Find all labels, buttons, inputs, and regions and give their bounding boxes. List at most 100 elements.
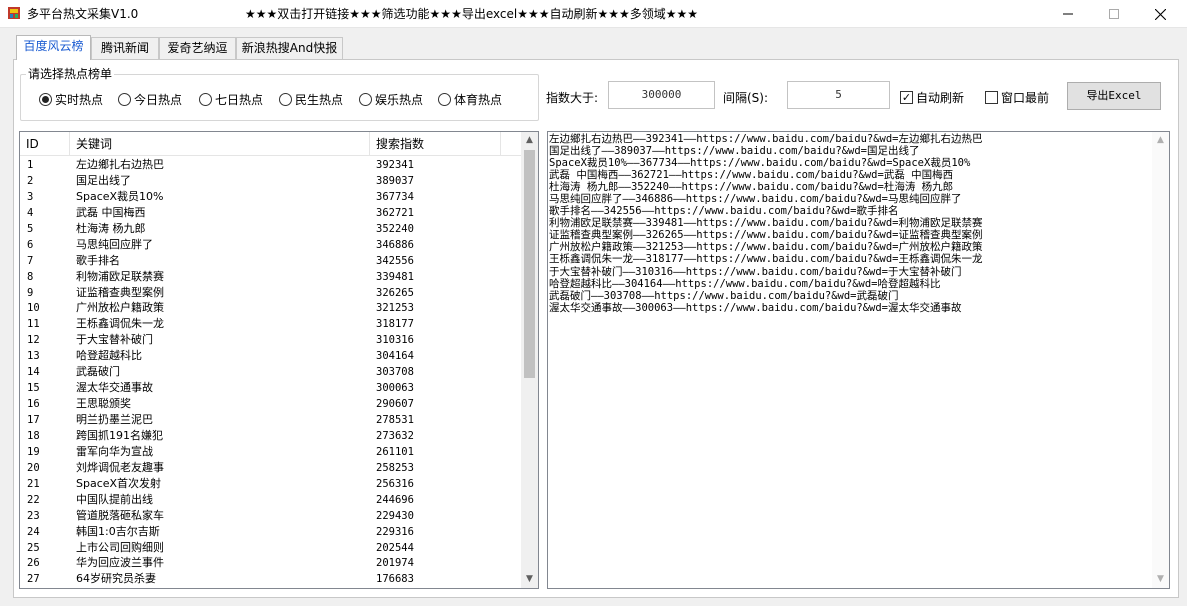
result-lines: 左边鄉扎右边热巴——392341——https://www.baidu.com/… xyxy=(549,133,1149,314)
table-body: 1 左边鄉扎右边热巴 392341 2 国足出线了 389037 3 SpaceX裁员10% 3… xyxy=(20,157,521,587)
radio-today[interactable]: 今日热点 xyxy=(118,91,182,107)
tab-tencent[interactable]: 腾讯新闻 xyxy=(91,37,159,59)
text-scrollbar[interactable]: ▲ ▼ xyxy=(1152,132,1169,588)
result-line: 国足出线了——389037——https://www.baidu.com/bai… xyxy=(549,145,920,158)
radio-off-icon xyxy=(199,92,212,106)
app-icon xyxy=(8,7,20,19)
table-row[interactable]: 6 马思纯回应胖了 346886 xyxy=(20,237,521,253)
close-button[interactable] xyxy=(1137,0,1183,28)
table-row[interactable]: 9 证监稽查典型案例 326265 xyxy=(20,285,521,301)
cell-id: 12 xyxy=(27,334,40,347)
result-line: 左边鄉扎右边热巴——392341——https://www.baidu.com/… xyxy=(549,133,983,145)
cell-index: 244696 xyxy=(376,493,414,506)
result-line: 渥太华交通事故——300063——https://www.baidu.com/b… xyxy=(549,301,962,314)
table-row[interactable]: 5 杜海涛 杨九郎 352240 xyxy=(20,221,521,237)
table-row[interactable]: 1 左边鄉扎右边热巴 392341 xyxy=(20,157,521,173)
cell-keyword: 跨国抓191名嫌犯 xyxy=(76,428,163,442)
cell-id: 5 xyxy=(27,222,34,235)
radio-on-icon xyxy=(39,92,52,106)
radio-sports[interactable]: 体育热点 xyxy=(438,91,502,107)
radio-realtime[interactable]: 实时热点 xyxy=(39,91,103,107)
table-row[interactable]: 12 于大宝替补破门 310316 xyxy=(20,332,521,348)
table-row[interactable]: 13 哈登超越科比 304164 xyxy=(20,348,521,364)
cell-index: 229430 xyxy=(376,509,414,522)
table-row[interactable]: 2 国足出线了 389037 xyxy=(20,173,521,189)
tab-sina[interactable]: 新浪热搜And快报 xyxy=(236,37,343,59)
title-marquee: ★★★双击打开链接★★★筛选功能★★★导出excel★★★自动刷新★★★多领域★… xyxy=(245,7,699,21)
table-row[interactable]: 8 利物浦欧足联禁赛 339481 xyxy=(20,269,521,285)
column-header-keyword[interactable]: 关键词 xyxy=(70,132,370,156)
table-row[interactable]: 17 明兰扔墨兰泥巴 278531 xyxy=(20,412,521,428)
scroll-down-icon[interactable]: ▼ xyxy=(1152,571,1169,588)
export-excel-button[interactable]: 导出Excel xyxy=(1067,82,1161,110)
column-header-id[interactable]: ID xyxy=(20,132,70,156)
table-row[interactable]: 4 武磊 中国梅西 362721 xyxy=(20,205,521,221)
column-header-index[interactable]: 搜索指数 xyxy=(370,132,501,156)
table-row[interactable]: 19 雷军向华为宣战 261101 xyxy=(20,444,521,460)
table-row[interactable]: 10 广州放松户籍政策 321253 xyxy=(20,300,521,316)
auto-refresh-label: 自动刷新 xyxy=(916,91,965,105)
radio-seven-day[interactable]: 七日热点 xyxy=(199,91,263,107)
radio-livelihood[interactable]: 民生热点 xyxy=(279,91,343,107)
cell-index: 362721 xyxy=(376,206,414,219)
table-row[interactable]: 24 韩国1:0吉尔吉斯 229316 xyxy=(20,524,521,540)
cell-keyword: 哈登超越科比 xyxy=(76,349,142,363)
list-scrollbar[interactable]: ▲ ▼ xyxy=(521,132,538,588)
cell-id: 16 xyxy=(27,398,40,411)
tab-baidu[interactable]: 百度风云榜 xyxy=(16,35,91,60)
tab-iqiyi[interactable]: 爱奇艺纳逗 xyxy=(159,37,236,59)
cell-id: 23 xyxy=(27,509,40,522)
cell-id: 26 xyxy=(27,557,40,570)
cell-id: 6 xyxy=(27,238,34,251)
cell-keyword: 武磊破门 xyxy=(76,365,120,379)
table-row[interactable]: 7 歌手排名 342556 xyxy=(20,253,521,269)
table-row[interactable]: 21 SpaceX首次发射 256316 xyxy=(20,476,521,492)
radio-off-icon xyxy=(438,92,451,106)
cell-index: 229316 xyxy=(376,525,414,538)
scroll-up-icon[interactable]: ▲ xyxy=(1152,132,1169,149)
result-line: 歌手排名——342556——https://www.baidu.com/baid… xyxy=(549,205,899,218)
cell-id: 4 xyxy=(27,206,34,219)
table-row[interactable]: 14 武磊破门 303708 xyxy=(20,364,521,380)
result-line: 武磊 中国梅西——362721——https://www.baidu.com/b… xyxy=(549,169,954,182)
table-row[interactable]: 25 上市公司回购细则 202544 xyxy=(20,540,521,556)
table-row[interactable]: 23 管道脱落砸私家车 229430 xyxy=(20,508,521,524)
scroll-down-icon[interactable]: ▼ xyxy=(521,571,538,588)
cell-id: 14 xyxy=(27,366,40,379)
table-row[interactable]: 20 刘烨调侃老友趣事 258253 xyxy=(20,460,521,476)
index-input[interactable]: 300000 xyxy=(608,81,715,109)
checkmark-icon: ✓ xyxy=(900,91,913,104)
cell-keyword: 证监稽查典型案例 xyxy=(76,285,164,299)
topmost-label: 窗口最前 xyxy=(1001,91,1050,105)
scroll-up-icon[interactable]: ▲ xyxy=(521,132,538,149)
cell-index: 278531 xyxy=(376,414,414,426)
radio-entertainment[interactable]: 娱乐热点 xyxy=(359,91,423,107)
cell-keyword: 明兰扔墨兰泥巴 xyxy=(76,413,153,426)
minimize-button[interactable] xyxy=(1045,0,1091,28)
table-row[interactable]: 18 跨国抓191名嫌犯 273632 xyxy=(20,428,521,444)
table-row[interactable]: 3 SpaceX裁员10% 367734 xyxy=(20,189,521,205)
cell-keyword: 中国队提前出线 xyxy=(76,492,153,506)
cell-keyword: 华为回应波兰事件 xyxy=(76,556,164,570)
table-row[interactable]: 27 64岁研究员杀妻 176683 xyxy=(20,571,521,587)
cell-index: 310316 xyxy=(376,334,414,347)
hot-list-table[interactable]: ID 关键词 搜索指数 1 左边鄉扎右边热巴 392341 2 国足出线了 389037 3… xyxy=(19,131,539,589)
cell-index: 389037 xyxy=(376,174,414,187)
table-row[interactable]: 16 王思聪颁奖 290607 xyxy=(20,396,521,412)
cell-index: 326265 xyxy=(376,286,414,299)
cell-index: 339481 xyxy=(376,270,414,283)
table-row[interactable]: 22 中国队提前出线 244696 xyxy=(20,492,521,508)
auto-refresh-checkbox[interactable]: ✓ 自动刷新 xyxy=(900,89,964,106)
maximize-button[interactable] xyxy=(1091,0,1137,28)
table-row[interactable]: 15 渥太华交通事故 300063 xyxy=(20,380,521,396)
result-textbox[interactable]: 左边鄉扎右边热巴——392341——https://www.baidu.com/… xyxy=(547,131,1170,589)
interval-input[interactable]: 5 xyxy=(787,81,890,109)
scroll-thumb[interactable] xyxy=(524,150,535,378)
cell-keyword: 刘烨调侃老友趣事 xyxy=(76,460,164,474)
cell-index: 304164 xyxy=(376,350,414,363)
table-row[interactable]: 11 王栎鑫调侃朱一龙 318177 xyxy=(20,316,521,332)
table-row[interactable]: 26 华为回应波兰事件 201974 xyxy=(20,555,521,571)
topmost-checkbox[interactable]: 窗口最前 xyxy=(985,89,1049,106)
cell-index: 201974 xyxy=(376,557,414,570)
radio-label: 七日热点 xyxy=(215,92,264,107)
